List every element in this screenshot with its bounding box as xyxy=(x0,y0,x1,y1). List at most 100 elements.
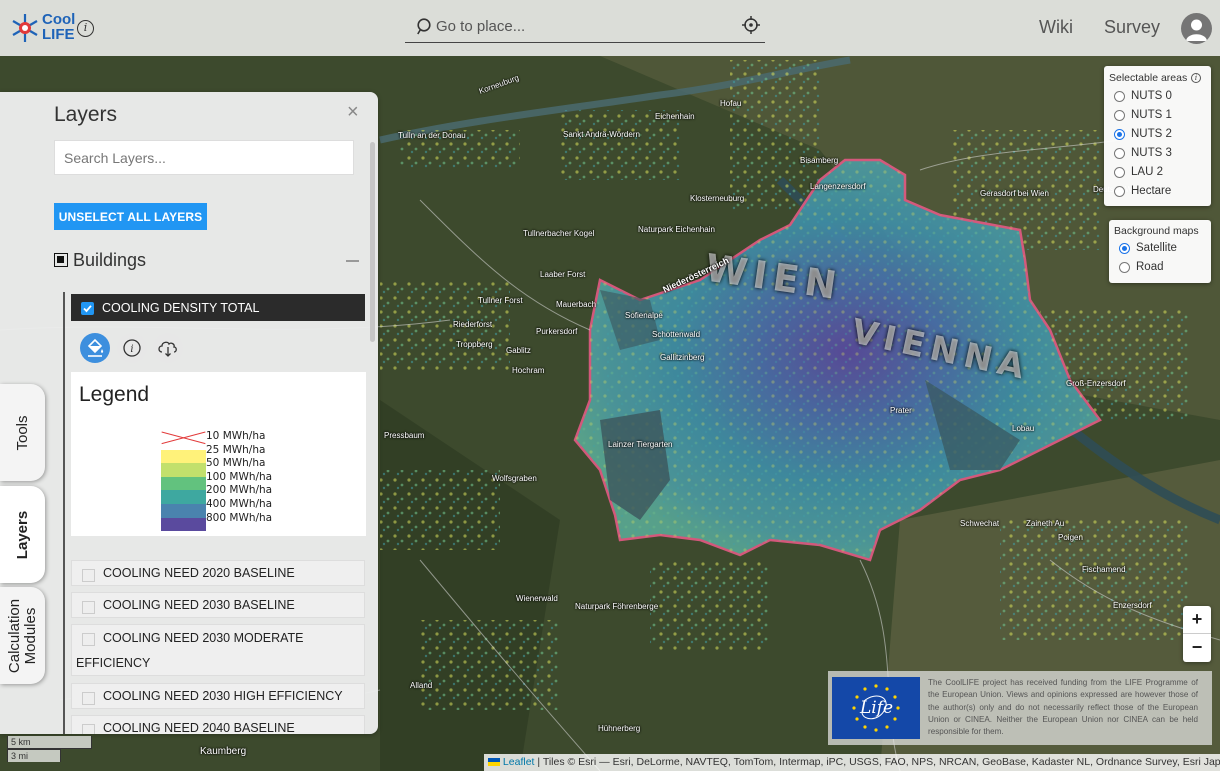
layer-checkbox-checked[interactable] xyxy=(81,302,94,315)
layer-checkbox[interactable] xyxy=(82,724,95,734)
brand-info-icon[interactable]: i xyxy=(77,20,94,37)
nav-wiki-link[interactable]: Wiki xyxy=(1039,17,1073,38)
map-place-label: Zaineth Au xyxy=(1026,519,1065,528)
radio-button[interactable] xyxy=(1114,186,1125,197)
scale-metric: 5 km xyxy=(7,736,92,749)
legend-swatch xyxy=(161,490,206,504)
life-eu-logo: Life xyxy=(832,677,920,739)
map-place-label: Alland xyxy=(410,681,433,690)
panel-scrollbar[interactable] xyxy=(370,142,375,342)
map-attribution: Leaflet | Tiles © Esri — Esri, DeLorme, … xyxy=(484,754,1220,771)
radio-button[interactable] xyxy=(1114,91,1125,102)
layer-checkbox[interactable] xyxy=(82,601,95,614)
tab-tools[interactable]: Tools xyxy=(0,384,45,481)
map-place-label: Eichenhain xyxy=(655,112,695,121)
close-icon[interactable]: × xyxy=(347,101,359,124)
map-place-label: Kaumberg xyxy=(200,746,247,757)
layer-checkbox[interactable] xyxy=(82,569,95,582)
layer-style-button[interactable] xyxy=(80,333,110,363)
cloud-download-icon xyxy=(158,341,177,357)
collapse-icon[interactable] xyxy=(346,260,359,262)
tab-layers[interactable]: Layers xyxy=(0,486,45,583)
zoom-control: + − xyxy=(1183,606,1211,662)
leaflet-link[interactable]: Leaflet xyxy=(503,756,535,768)
map-place-label: Lainzer Tiergarten xyxy=(608,440,673,449)
brand-line2: LIFE xyxy=(42,26,75,43)
place-search-input[interactable] xyxy=(436,16,736,36)
life-logo-text: Life xyxy=(860,698,894,718)
layer-item-label: COOLING NEED 2040 BASELINE xyxy=(103,721,295,734)
legend-label: 100 MWh/ha xyxy=(206,470,273,483)
locate-target-icon[interactable] xyxy=(741,15,761,35)
eu-funding-notice: Life The CoolLIFE project has received f… xyxy=(828,671,1212,745)
tab-calculation-modules[interactable]: Calculation Modules xyxy=(0,587,45,684)
coollife-logo-icon xyxy=(12,14,38,42)
background-maps-control: Background maps Satellite Road xyxy=(1109,220,1211,283)
layer-checkbox[interactable] xyxy=(82,692,95,705)
layer-item-label: COOLING NEED 2020 BASELINE xyxy=(103,566,295,580)
legend-swatch xyxy=(161,517,206,532)
legend-label: 200 MWh/ha xyxy=(206,484,273,497)
selectable-areas-title: Selectable areas xyxy=(1109,72,1188,84)
zoom-out-button[interactable]: − xyxy=(1183,634,1211,662)
map-place-label: Hochram xyxy=(512,366,545,375)
radio-button-selected[interactable] xyxy=(1119,243,1130,254)
layer-item[interactable]: COOLING NEED 2040 BASELINE xyxy=(71,715,365,734)
layer-info-button[interactable]: i xyxy=(117,333,147,363)
map-place-label: Tullner Forst xyxy=(478,296,523,305)
radio-button-selected[interactable] xyxy=(1114,129,1125,140)
attribution-text: | Tiles © Esri — Esri, DeLorme, NAVTEQ, … xyxy=(534,756,1220,768)
map-place-label: Klosterneuburg xyxy=(690,194,745,203)
info-icon[interactable]: i xyxy=(1191,73,1201,83)
map-place-label: Tullnerbacher Kogel xyxy=(523,229,595,238)
tab-layers-label: Layers xyxy=(13,510,31,559)
map-place-label: Naturpark Eichenhain xyxy=(638,225,715,234)
place-search xyxy=(405,10,765,43)
map-scale-bar: 5 km 3 mi xyxy=(7,736,92,762)
map-place-label: Purkersdorf xyxy=(536,327,578,336)
user-avatar-icon[interactable] xyxy=(1181,13,1212,44)
layer-group-buildings[interactable]: Buildings xyxy=(54,249,366,271)
layer-item[interactable]: COOLING NEED 2030 HIGH EFFICIENCY xyxy=(71,683,365,709)
map-place-label: Schwechat xyxy=(960,519,1000,528)
map-place-label: Enzersdorf xyxy=(1113,601,1152,610)
radio-button[interactable] xyxy=(1114,148,1125,159)
area-option-label: Hectare xyxy=(1131,185,1172,197)
legend-title: Legend xyxy=(79,383,150,406)
eu-funding-text: The CoolLIFE project has received fundin… xyxy=(928,678,1198,737)
paint-bucket-icon xyxy=(87,338,104,357)
nav-survey-link[interactable]: Survey xyxy=(1104,17,1160,38)
tab-calc-label: Calculation Modules xyxy=(6,598,39,672)
layer-search-input[interactable] xyxy=(54,140,354,175)
layer-item-label: COOLING NEED 2030 MODERATE EFFICIENCY xyxy=(76,631,304,670)
legend-swatch xyxy=(161,449,206,464)
layer-item-cooling-density-total[interactable]: COOLING DENSITY TOTAL xyxy=(71,294,365,321)
map-place-label: Prater xyxy=(890,406,912,415)
radio-button[interactable] xyxy=(1114,110,1125,121)
selectable-areas-control: Selectable areas i NUTS 0 NUTS 1 NUTS 2 … xyxy=(1104,66,1211,206)
layer-download-button[interactable] xyxy=(153,333,183,363)
map-place-label: Wolfsgraben xyxy=(492,474,537,483)
map-place-label: Fischamend xyxy=(1082,565,1126,574)
radio-button[interactable] xyxy=(1119,262,1130,273)
layer-item-label: COOLING NEED 2030 HIGH EFFICIENCY xyxy=(103,689,343,703)
unselect-all-layers-button[interactable]: UNSELECT ALL LAYERS xyxy=(54,203,207,230)
map-place-label: Gallitzinberg xyxy=(660,353,705,362)
radio-button[interactable] xyxy=(1114,167,1125,178)
svg-text:i: i xyxy=(130,344,133,355)
area-option-label: NUTS 0 xyxy=(1131,90,1172,102)
group-checkbox[interactable] xyxy=(54,253,68,267)
layer-item[interactable]: COOLING NEED 2030 BASELINE xyxy=(71,592,365,618)
zoom-in-button[interactable]: + xyxy=(1183,606,1211,634)
tree-connector xyxy=(63,292,65,734)
layer-item[interactable]: COOLING NEED 2020 BASELINE xyxy=(71,560,365,586)
tab-calc-label-line2: Modules xyxy=(21,607,39,664)
map-place-label: Wienerwald xyxy=(516,594,558,603)
layer-item-label: COOLING NEED 2030 BASELINE xyxy=(103,598,295,612)
scale-imperial: 3 mi xyxy=(7,749,61,762)
legend-swatch xyxy=(161,463,206,477)
top-bar: Cool LIFE i Wiki Survey xyxy=(0,0,1220,56)
ukraine-flag-icon xyxy=(488,758,500,766)
layer-item[interactable]: COOLING NEED 2030 MODERATE EFFICIENCY xyxy=(71,624,365,676)
map-place-label: Groß-Enzersdorf xyxy=(1066,379,1126,388)
